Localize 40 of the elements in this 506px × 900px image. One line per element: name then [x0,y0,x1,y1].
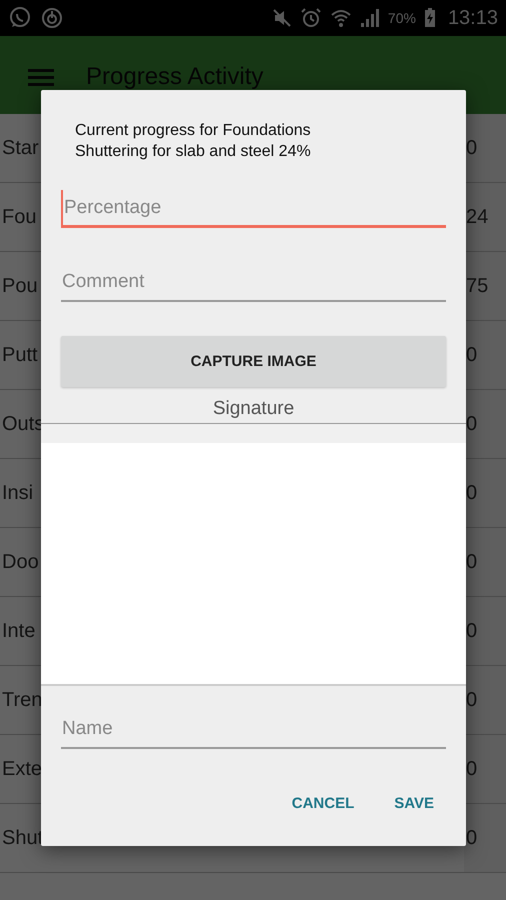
activity-name: Pou [1,274,38,298]
activity-name: Insi [1,482,34,504]
chat-icon [8,6,32,30]
menu-icon[interactable] [28,67,54,87]
activity-name: Exte [1,758,42,780]
activity-name: Inte [1,620,36,642]
battery-level: 70% [388,10,416,26]
capture-image-button[interactable]: CAPTURE IMAGE [61,336,446,387]
activity-name: Fou [1,206,36,228]
activity-name: Tren [1,688,42,712]
input-field[interactable]: Name [61,711,446,749]
dialog-message: Current progress for Foundations Shuttering for slab and steel 24% [75,121,312,162]
activity-name: Star [1,136,39,160]
clock-time: 13:13 [448,6,498,30]
progress-value: 0 [464,597,506,665]
progress-value: 24 [464,183,506,251]
signal-icon [360,8,380,28]
progress-value: 75 [464,252,506,320]
activity-name: Doo [1,550,39,574]
progress-value: 0 [464,321,506,389]
progress-value: 0 [464,735,506,803]
battery-icon [424,8,436,28]
progress-value: 0 [464,459,506,527]
progress-value: 0 [464,114,506,182]
progress-value: 0 [464,390,506,458]
wifi-icon [330,7,352,29]
progress-value: 0 [464,528,506,596]
activity-name: Putt [1,344,38,366]
progress-value: 0 [464,666,506,734]
alarm-icon [300,7,322,29]
input-field[interactable]: Percentage [61,190,446,228]
mute-icon [272,8,292,28]
power-icon [40,6,64,30]
activity-name: Shut [1,826,44,850]
progress-value: 0 [464,804,506,872]
dialog-action-button[interactable]: CANCEL [282,787,364,820]
input-field[interactable]: Comment [61,264,446,302]
dialog-action-button[interactable]: SAVE [384,787,444,820]
signature-pad[interactable] [41,423,466,686]
signature-label: Signature [212,398,296,421]
